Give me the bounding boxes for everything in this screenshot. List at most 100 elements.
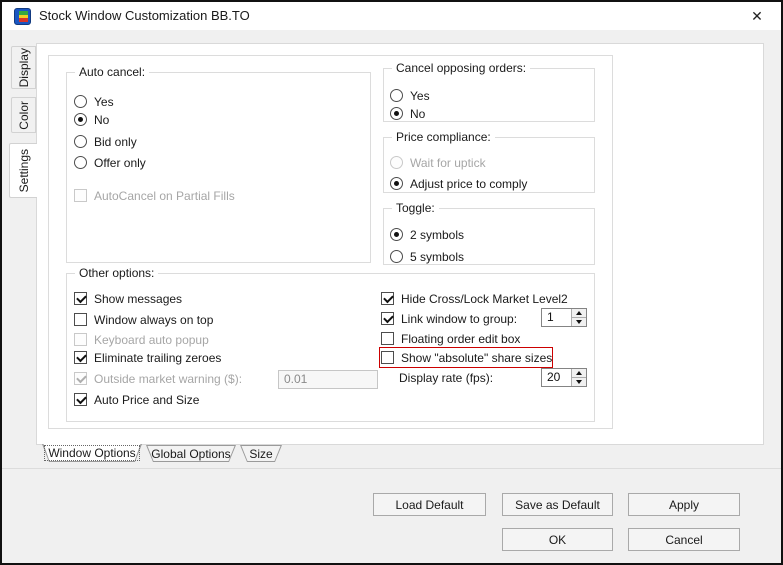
radio-2-symbols[interactable]: 2 symbols (390, 227, 464, 242)
spinner-up-button[interactable] (572, 309, 586, 318)
display-rate-label: Display rate (fps): (399, 370, 493, 385)
tab-window-options[interactable]: Window Options (42, 444, 142, 462)
checkbox-link-window-to-group[interactable]: Link window to group: (381, 311, 517, 326)
radio-icon (390, 89, 403, 102)
tab-size-label: Size (246, 447, 275, 461)
checkbox-icon (381, 351, 394, 364)
group-price-compliance-label: Price compliance: (392, 130, 495, 144)
checkbox-label: Show messages (94, 292, 182, 306)
side-tab-color-label: Color (17, 101, 31, 130)
title-bar: Stock Window Customization BB.TO ✕ (2, 2, 781, 30)
checkbox-icon (74, 351, 87, 364)
radio-cancel-opposing-yes[interactable]: Yes (390, 88, 430, 103)
window-title: Stock Window Customization BB.TO (39, 2, 250, 30)
side-tab-display[interactable]: Display (11, 46, 36, 89)
dialog-window: Stock Window Customization BB.TO ✕ Displ… (0, 0, 783, 565)
checkbox-icon (74, 313, 87, 326)
checkbox-icon (74, 189, 87, 202)
tab-global-options-label: Global Options (148, 447, 233, 461)
checkbox-icon (74, 292, 87, 305)
radio-adjust-price-to-comply[interactable]: Adjust price to comply (390, 176, 527, 191)
checkbox-label: Window always on top (94, 313, 213, 327)
checkbox-icon (381, 292, 394, 305)
radio-cancel-opposing-no[interactable]: No (390, 106, 425, 121)
field-label: Display rate (fps): (399, 371, 493, 385)
checkbox-label: Show "absolute" share sizes (401, 351, 552, 365)
checkbox-show-messages[interactable]: Show messages (74, 291, 182, 306)
radio-label: Yes (410, 89, 430, 103)
checkbox-keyboard-auto-popup: Keyboard auto popup (74, 332, 209, 347)
checkbox-icon (74, 393, 87, 406)
close-icon: ✕ (751, 8, 763, 25)
cancel-button[interactable]: Cancel (628, 528, 740, 551)
checkbox-outside-market-warning: Outside market warning ($): (74, 371, 242, 386)
checkbox-label: Hide Cross/Lock Market Level2 (401, 292, 568, 306)
radio-icon (74, 113, 87, 126)
radio-label: Adjust price to comply (410, 177, 527, 191)
radio-label: 5 symbols (410, 250, 464, 264)
tab-window-options-label: Window Options (45, 446, 138, 460)
checkbox-eliminate-trailing-zeroes[interactable]: Eliminate trailing zeroes (74, 350, 221, 365)
button-label: OK (549, 533, 566, 547)
checkbox-icon (381, 332, 394, 345)
checkbox-autocancel-partial-fills: AutoCancel on Partial Fills (74, 188, 235, 203)
app-icon (14, 8, 31, 25)
radio-label: Offer only (94, 156, 146, 170)
arrow-down-icon (576, 320, 582, 324)
checkbox-label: AutoCancel on Partial Fills (94, 189, 235, 203)
spinner-down-button[interactable] (572, 318, 586, 326)
radio-label: 2 symbols (410, 228, 464, 242)
radio-auto-cancel-yes[interactable]: Yes (74, 94, 114, 109)
radio-wait-for-uptick: Wait for uptick (390, 155, 486, 170)
radio-label: No (410, 107, 425, 121)
bottom-separator (2, 468, 781, 469)
apply-button[interactable]: Apply (628, 493, 740, 516)
radio-auto-cancel-offer-only[interactable]: Offer only (74, 155, 146, 170)
radio-label: Bid only (94, 135, 137, 149)
radio-auto-cancel-bid-only[interactable]: Bid only (74, 134, 137, 149)
radio-icon (390, 228, 403, 241)
side-tab-settings[interactable]: Settings (9, 143, 37, 198)
checkbox-icon (381, 312, 394, 325)
radio-icon (390, 156, 403, 169)
close-button[interactable]: ✕ (743, 4, 771, 28)
tab-global-options[interactable]: Global Options (146, 445, 236, 462)
link-group-spinner[interactable]: 1 (541, 308, 587, 327)
app-icon-stripes (19, 11, 28, 22)
spinner-value: 20 (542, 369, 571, 386)
button-label: Cancel (665, 533, 702, 547)
spinner-up-button[interactable] (572, 369, 586, 378)
radio-label: No (94, 113, 109, 127)
display-rate-spinner[interactable]: 20 (541, 368, 587, 387)
checkbox-label: Auto Price and Size (94, 393, 199, 407)
radio-icon (74, 95, 87, 108)
side-tab-color[interactable]: Color (11, 97, 36, 133)
checkbox-label: Floating order edit box (401, 332, 520, 346)
radio-icon (390, 107, 403, 120)
arrow-up-icon (576, 311, 582, 315)
checkbox-label: Keyboard auto popup (94, 333, 209, 347)
checkbox-auto-price-and-size[interactable]: Auto Price and Size (74, 392, 199, 407)
button-label: Load Default (395, 498, 463, 512)
arrow-down-icon (576, 380, 582, 384)
spinner-value: 1 (542, 309, 571, 326)
checkbox-show-absolute-share-sizes[interactable]: Show "absolute" share sizes (381, 350, 552, 365)
checkbox-hide-cross-lock-level2[interactable]: Hide Cross/Lock Market Level2 (381, 291, 568, 306)
radio-auto-cancel-no[interactable]: No (74, 112, 109, 127)
ok-button[interactable]: OK (502, 528, 613, 551)
group-auto-cancel-label: Auto cancel: (75, 65, 149, 79)
spinner-down-button[interactable] (572, 378, 586, 386)
radio-icon (74, 156, 87, 169)
radio-5-symbols[interactable]: 5 symbols (390, 249, 464, 264)
radio-label: Yes (94, 95, 114, 109)
side-tab-settings-label: Settings (17, 149, 31, 192)
tab-size[interactable]: Size (240, 445, 282, 462)
save-as-default-button[interactable]: Save as Default (502, 493, 613, 516)
load-default-button[interactable]: Load Default (373, 493, 486, 516)
button-label: Save as Default (515, 498, 600, 512)
checkbox-floating-order-edit-box[interactable]: Floating order edit box (381, 331, 520, 346)
group-cancel-opposing-label: Cancel opposing orders: (392, 61, 530, 75)
group-toggle-label: Toggle: (392, 201, 439, 215)
checkbox-label: Outside market warning ($): (94, 372, 242, 386)
checkbox-window-always-on-top[interactable]: Window always on top (74, 312, 213, 327)
